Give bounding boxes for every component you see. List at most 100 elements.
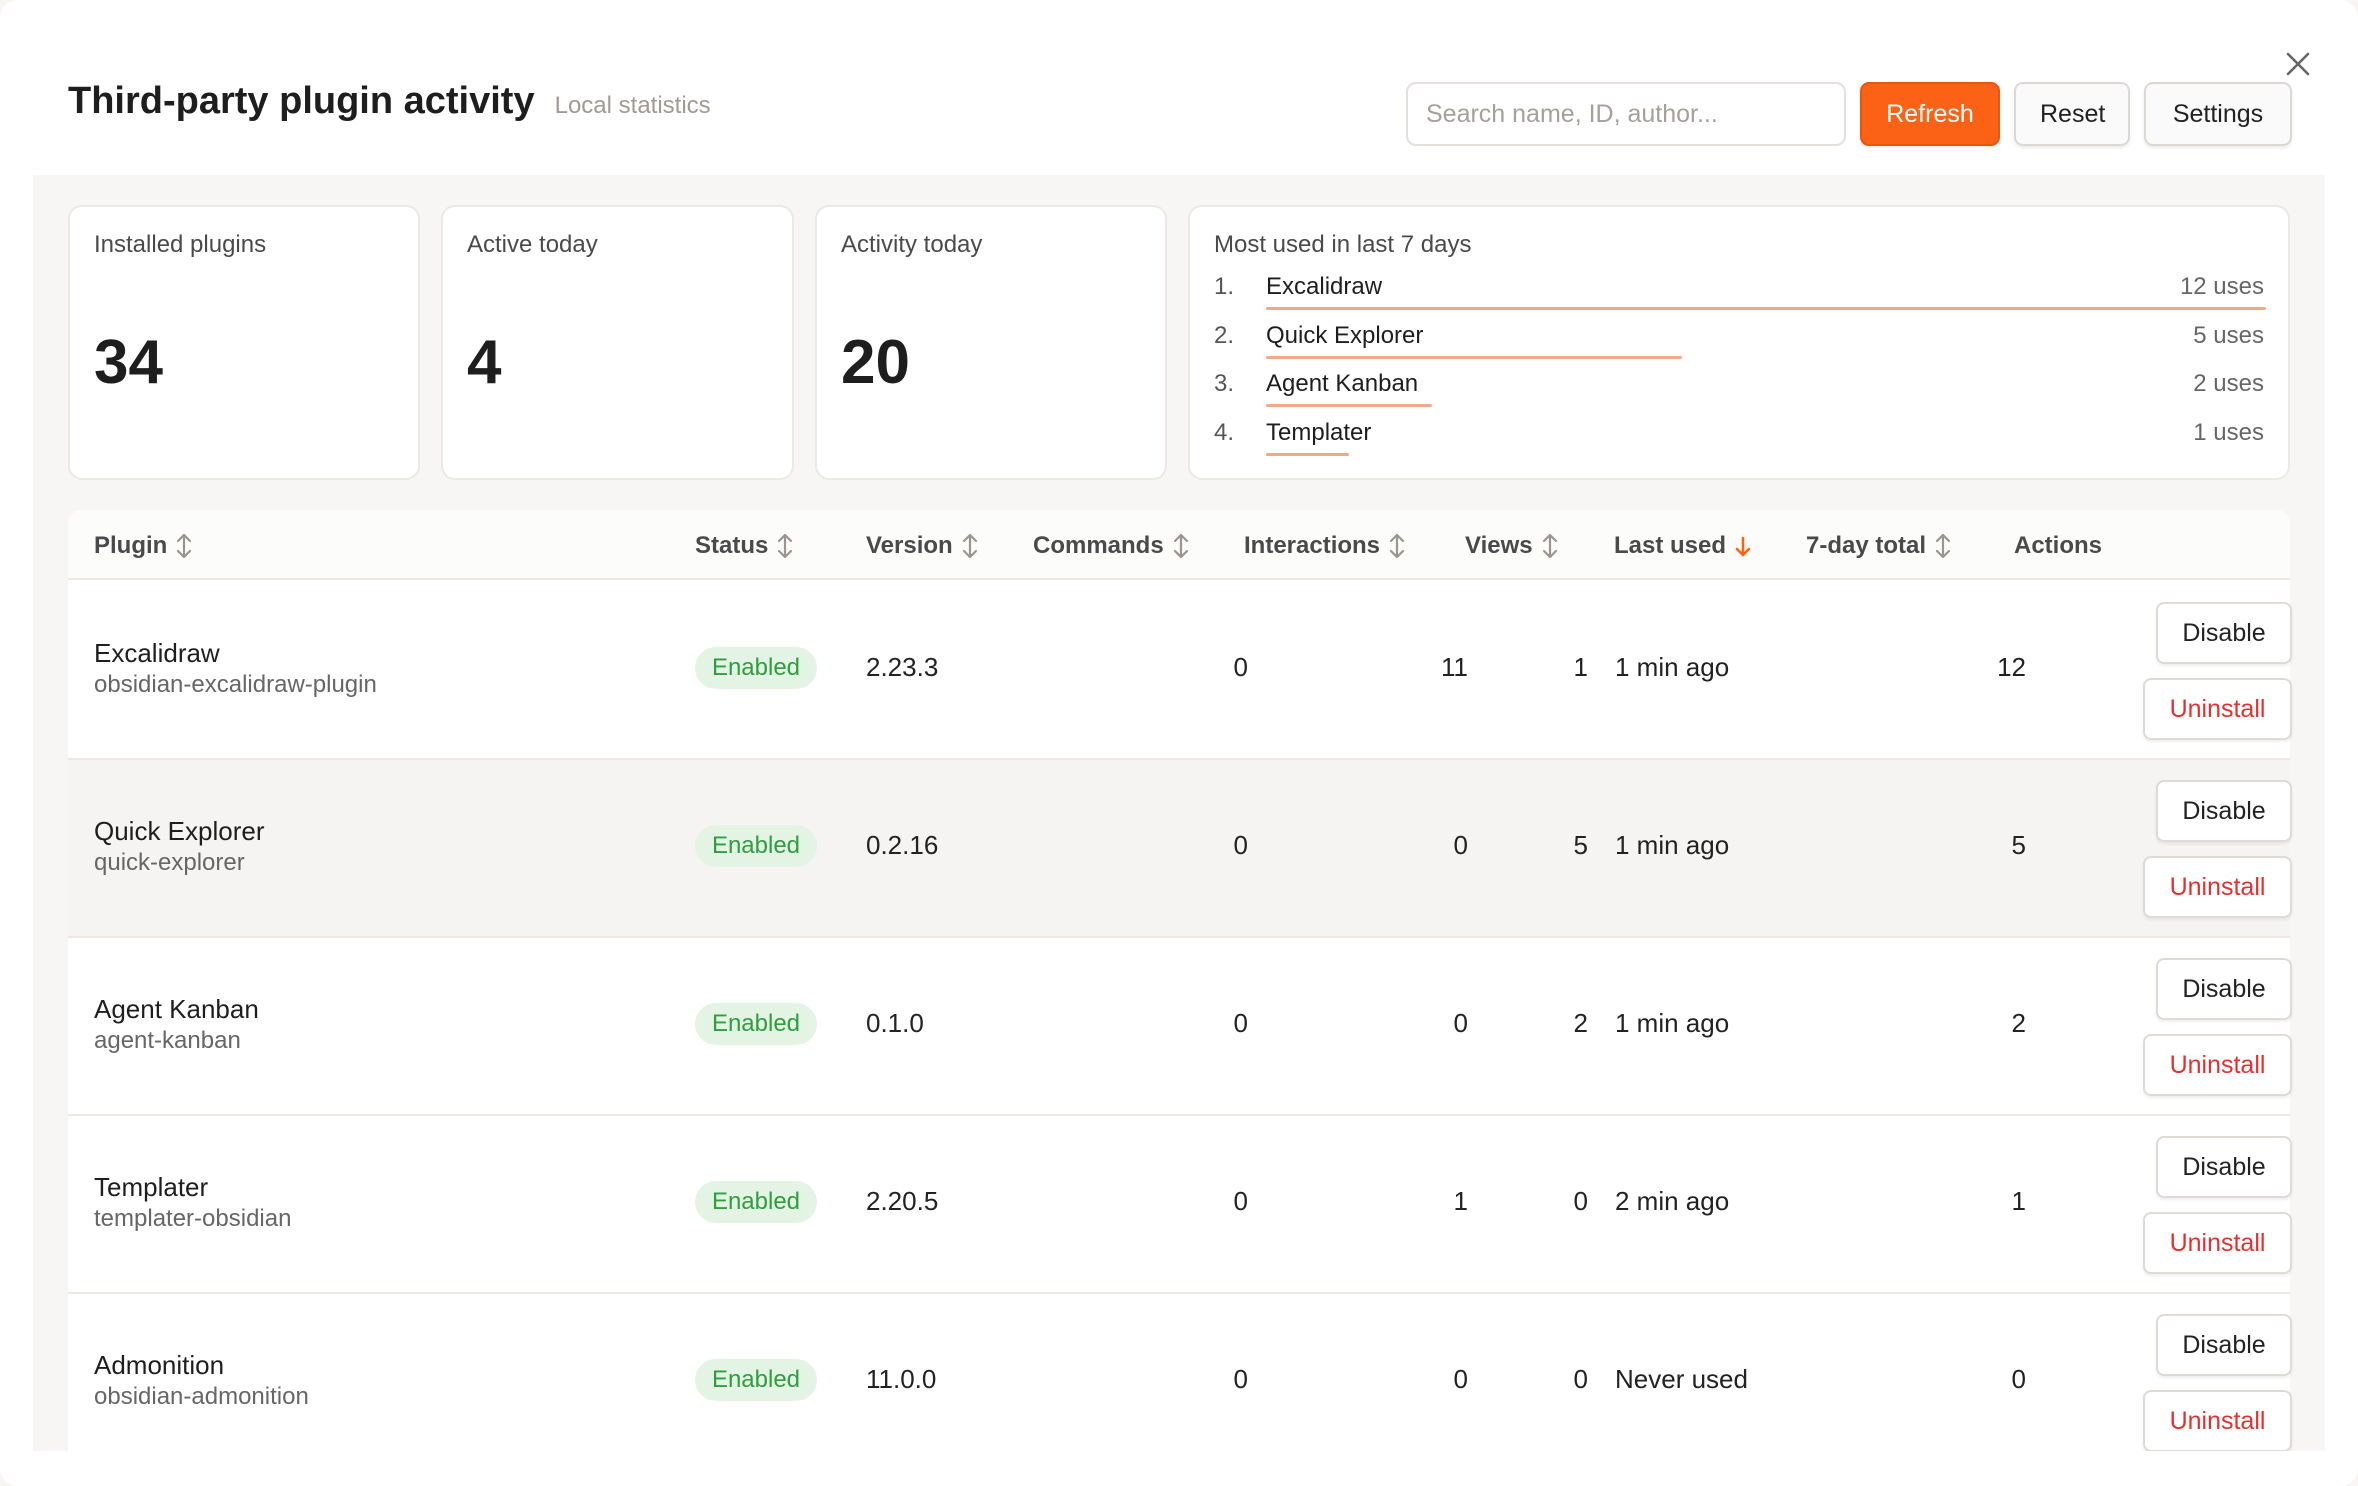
table-row[interactable]: Excalidraw obsidian-excalidraw-plugin En… (68, 582, 2292, 760)
uninstall-button[interactable]: Uninstall (2143, 1034, 2292, 1096)
last-used-cell: 1 min ago (1615, 652, 1730, 682)
most-used-name: Agent Kanban (1266, 370, 1419, 397)
most-used-card: Most used in last 7 days 1. Excalidraw 12 … (1188, 205, 2290, 480)
interactions-cell: 0 (1453, 1008, 1468, 1038)
plugin-id: obsidian-excalidraw-plugin (94, 671, 377, 698)
table-header: Plugin Status Version Commands Interacti… (68, 510, 2290, 580)
column-header-label: Status (695, 532, 769, 559)
stat-card-installed: Installed plugins 34 (68, 205, 420, 480)
content-area: Installed plugins 34 Active today 4 Acti… (33, 175, 2325, 1451)
disable-button[interactable]: Disable (2156, 780, 2292, 842)
column-header-label: Views (1465, 532, 1533, 559)
most-used-label: Most used in last 7 days (1214, 231, 1472, 258)
close-icon (2286, 52, 2310, 76)
status-badge: Enabled (695, 1181, 817, 1223)
column-header-views[interactable]: Views (1465, 532, 1559, 560)
stat-label: Installed plugins (94, 231, 267, 258)
stat-label: Active today (467, 231, 598, 258)
most-used-rank: 4. (1214, 418, 1235, 446)
plugin-cell: Agent Kanban agent-kanban (94, 994, 259, 1055)
most-used-count: 12 uses (2179, 273, 2264, 300)
plugin-id: obsidian-admonition (94, 1383, 309, 1410)
stat-card-activity: Activity today 20 (815, 205, 1167, 480)
plugin-name: Admonition (94, 1350, 225, 1380)
interactions-cell: 1 (1453, 1186, 1468, 1216)
column-header-commands[interactable]: Commands (1033, 532, 1190, 560)
commands-cell: 0 (1233, 652, 1248, 682)
views-cell: 5 (1573, 830, 1588, 860)
last-used-cell: Never used (1615, 1364, 1748, 1394)
column-header-label: Commands (1033, 532, 1164, 559)
most-used-item: 3. Agent Kanban 2 uses (1214, 366, 2264, 407)
table-row[interactable]: Templater templater-obsidian Enabled 2.2… (68, 1116, 2292, 1294)
uninstall-button[interactable]: Uninstall (2143, 856, 2292, 918)
most-used-count: 1 uses (2193, 418, 2264, 446)
column-header-interactions[interactable]: Interactions (1244, 532, 1406, 560)
views-cell: 0 (1573, 1364, 1588, 1394)
status-badge: Enabled (695, 1359, 817, 1401)
sort-icon (177, 533, 192, 559)
column-header-last-used[interactable]: Last used (1614, 532, 1752, 560)
most-used-item: 1. Excalidraw 12 uses (1214, 269, 2266, 310)
search-input[interactable] (1406, 82, 1846, 146)
views-cell: 1 (1573, 652, 1588, 682)
plugin-name: Agent Kanban (94, 994, 259, 1024)
most-used-rank: 2. (1214, 321, 1235, 349)
most-used-item: 4. Templater 1 uses (1214, 415, 2264, 456)
column-header-status[interactable]: Status (695, 532, 794, 560)
uninstall-button[interactable]: Uninstall (2143, 678, 2292, 740)
column-header-label: Interactions (1244, 532, 1381, 559)
column-header-label: Plugin (94, 532, 168, 559)
table-row[interactable]: Agent Kanban agent-kanban Enabled 0.1.0 … (68, 938, 2292, 1116)
sort-icon (962, 533, 977, 559)
reset-button[interactable]: Reset (2014, 82, 2130, 146)
disable-button[interactable]: Disable (2156, 1136, 2292, 1198)
commands-cell: 0 (1233, 1186, 1248, 1216)
refresh-button[interactable]: Refresh (1860, 82, 2000, 146)
stat-value: 34 (94, 328, 163, 397)
sort-icon (1389, 533, 1405, 559)
total-cell: 5 (2011, 830, 2026, 860)
commands-cell: 0 (1233, 1008, 1248, 1038)
column-header-version[interactable]: Version (866, 532, 979, 560)
plugin-table: Plugin Status Version Commands Interacti… (68, 510, 2292, 1451)
stat-label: Activity today (841, 231, 983, 258)
plugin-name: Excalidraw (94, 638, 220, 668)
total-cell: 12 (1997, 652, 2026, 682)
interactions-cell: 0 (1453, 1364, 1468, 1394)
status-badge: Enabled (695, 825, 817, 867)
plugin-id: agent-kanban (94, 1027, 241, 1054)
commands-cell: 0 (1233, 1364, 1248, 1394)
usage-bar (1266, 452, 1349, 456)
plugin-cell: Admonition obsidian-admonition (94, 1350, 309, 1411)
last-used-cell: 2 min ago (1615, 1186, 1730, 1216)
sort-icon (1173, 533, 1188, 559)
column-header-plugin[interactable]: Plugin (94, 532, 193, 560)
most-used-rank: 1. (1214, 273, 1235, 300)
uninstall-button[interactable]: Uninstall (2143, 1212, 2292, 1274)
total-cell: 2 (2011, 1008, 2026, 1038)
version-cell: 0.2.16 (866, 830, 939, 860)
page-subtitle: Local statistics (554, 92, 711, 119)
most-used-count: 2 uses (2193, 370, 2264, 397)
usage-bar (1266, 355, 1682, 359)
column-header-actions: Actions (2014, 532, 2102, 560)
settings-button[interactable]: Settings (2144, 82, 2292, 146)
disable-button[interactable]: Disable (2156, 602, 2292, 664)
version-cell: 11.0.0 (866, 1364, 937, 1394)
uninstall-button[interactable]: Uninstall (2143, 1390, 2292, 1451)
total-cell: 0 (2011, 1364, 2026, 1394)
interactions-cell: 0 (1453, 830, 1468, 860)
version-cell: 0.1.0 (866, 1008, 924, 1038)
sort-icon (1542, 533, 1557, 559)
table-row[interactable]: Quick Explorer quick-explorer Enabled 0.… (68, 760, 2292, 938)
table-row[interactable]: Admonition obsidian-admonition Enabled 1… (68, 1294, 2292, 1451)
plugin-cell: Excalidraw obsidian-excalidraw-plugin (94, 638, 377, 699)
disable-button[interactable]: Disable (2156, 958, 2292, 1020)
sort-desc-icon (1735, 536, 1751, 557)
plugin-cell: Templater templater-obsidian (94, 1172, 291, 1233)
column-header-7-day-total[interactable]: 7-day total (1806, 532, 1952, 560)
column-header-label: Version (866, 532, 953, 559)
disable-button[interactable]: Disable (2156, 1314, 2292, 1376)
most-used-rank: 3. (1214, 370, 1235, 397)
